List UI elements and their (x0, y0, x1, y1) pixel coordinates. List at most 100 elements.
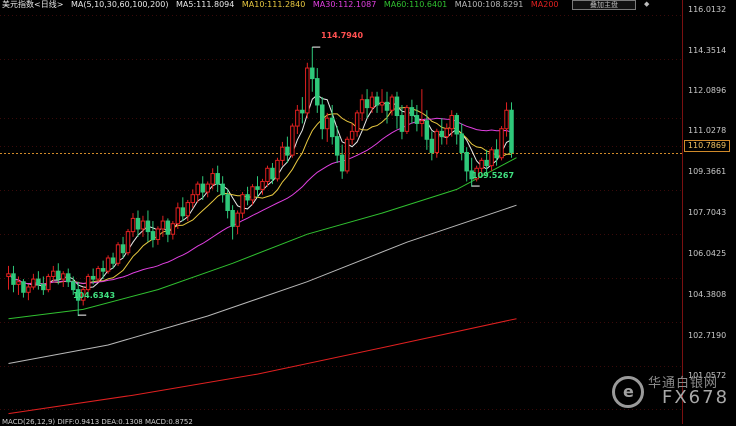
candle (509, 102, 514, 158)
y-tick-0: 116.0132 (688, 5, 727, 14)
ma-line-ma5 (8, 94, 512, 289)
candle (499, 126, 504, 161)
candle-body (315, 78, 320, 106)
candle-body (399, 115, 405, 132)
candle-body (379, 101, 385, 106)
candle (41, 276, 46, 295)
candle (26, 284, 31, 301)
candle (155, 226, 161, 245)
legend-ma-header: MA(5,10,30,60,100,200) (70, 0, 169, 9)
candle-body (364, 99, 370, 109)
candle-body (419, 120, 425, 124)
candle-body (295, 109, 300, 127)
overlay-main-chart-button[interactable]: 叠加主盘 (572, 0, 636, 10)
candle-body (454, 115, 459, 135)
legend-ma5: MA5:111.8094 (176, 0, 235, 9)
candle-body (66, 273, 71, 283)
grid-lines (0, 0, 683, 424)
candle-body (305, 67, 310, 114)
candle-body (56, 270, 61, 280)
candle (105, 255, 111, 274)
candle-body (115, 244, 121, 264)
candle-body (464, 151, 469, 172)
candle-body (414, 115, 420, 124)
candle (504, 102, 509, 137)
candle-body (235, 212, 240, 227)
candle-body (369, 96, 375, 109)
candle (275, 157, 280, 182)
candle (489, 147, 494, 171)
candle-body (95, 268, 101, 280)
candle (364, 89, 370, 119)
candle-body (260, 180, 265, 190)
candle-body (494, 149, 499, 159)
candle-body (280, 146, 285, 161)
candle (419, 89, 425, 137)
candle (245, 186, 250, 206)
candle-body (150, 231, 156, 241)
candle (359, 94, 365, 121)
candle-body (135, 217, 141, 230)
y-tick-4: 109.3661 (688, 167, 727, 176)
candle (404, 104, 410, 134)
candle (95, 265, 101, 282)
candle-body (155, 228, 161, 241)
candle (354, 110, 360, 137)
current-price-label: 110.7869 (684, 140, 730, 152)
legend-ma60: MA60:110.6401 (383, 0, 448, 9)
candle-body (429, 138, 435, 153)
candle-body (384, 101, 390, 111)
legend-title: 美元指数<日线> (2, 0, 64, 9)
candle (444, 123, 450, 145)
candle-body (70, 281, 76, 291)
candle-body (200, 183, 205, 193)
candle-body (230, 210, 235, 227)
candle (315, 68, 320, 113)
candle-body (389, 96, 395, 111)
overlay-toggle-icon[interactable]: ◆ (644, 0, 649, 9)
candle-body (245, 194, 250, 201)
candle-body (270, 167, 275, 180)
candle-body (36, 278, 41, 285)
candle-body (444, 128, 450, 138)
ma-line-ma100 (8, 204, 517, 364)
candle-body (240, 194, 245, 214)
candle (125, 228, 131, 256)
candles (6, 46, 514, 317)
candle-body (145, 220, 151, 233)
candle-body (11, 273, 16, 285)
candle-body (140, 220, 146, 230)
candle-body (120, 244, 126, 254)
swing-low-annotation: 109.5267 (472, 171, 515, 180)
candle (409, 99, 415, 124)
candle-body (175, 207, 181, 225)
candle (320, 97, 325, 140)
candle (190, 189, 196, 208)
candle-body (484, 159, 489, 167)
candle (300, 97, 305, 124)
macd-readout: MACD(26,12,9) DIFF:0.9413 DEA:0.1308 MAC… (2, 418, 193, 426)
y-tick-7: 104.3808 (688, 290, 727, 299)
candle (205, 181, 210, 198)
candle (100, 260, 106, 280)
candle (270, 163, 275, 185)
candle (195, 181, 200, 203)
candle (290, 123, 295, 158)
candle (66, 268, 71, 288)
candle-body (160, 220, 166, 230)
candle (220, 176, 225, 203)
candle (414, 104, 420, 132)
candle-body (165, 220, 171, 235)
candle-body (170, 223, 176, 235)
candle-body (479, 159, 484, 169)
candle (449, 110, 454, 137)
candle-body (16, 281, 21, 285)
candle-body (394, 96, 400, 117)
candle (369, 91, 375, 113)
candle-body (26, 286, 31, 293)
candle-body (46, 275, 51, 291)
candle-body (275, 159, 280, 180)
candle (349, 123, 355, 145)
candlestick-chart (0, 0, 683, 424)
candle-body (334, 136, 340, 156)
